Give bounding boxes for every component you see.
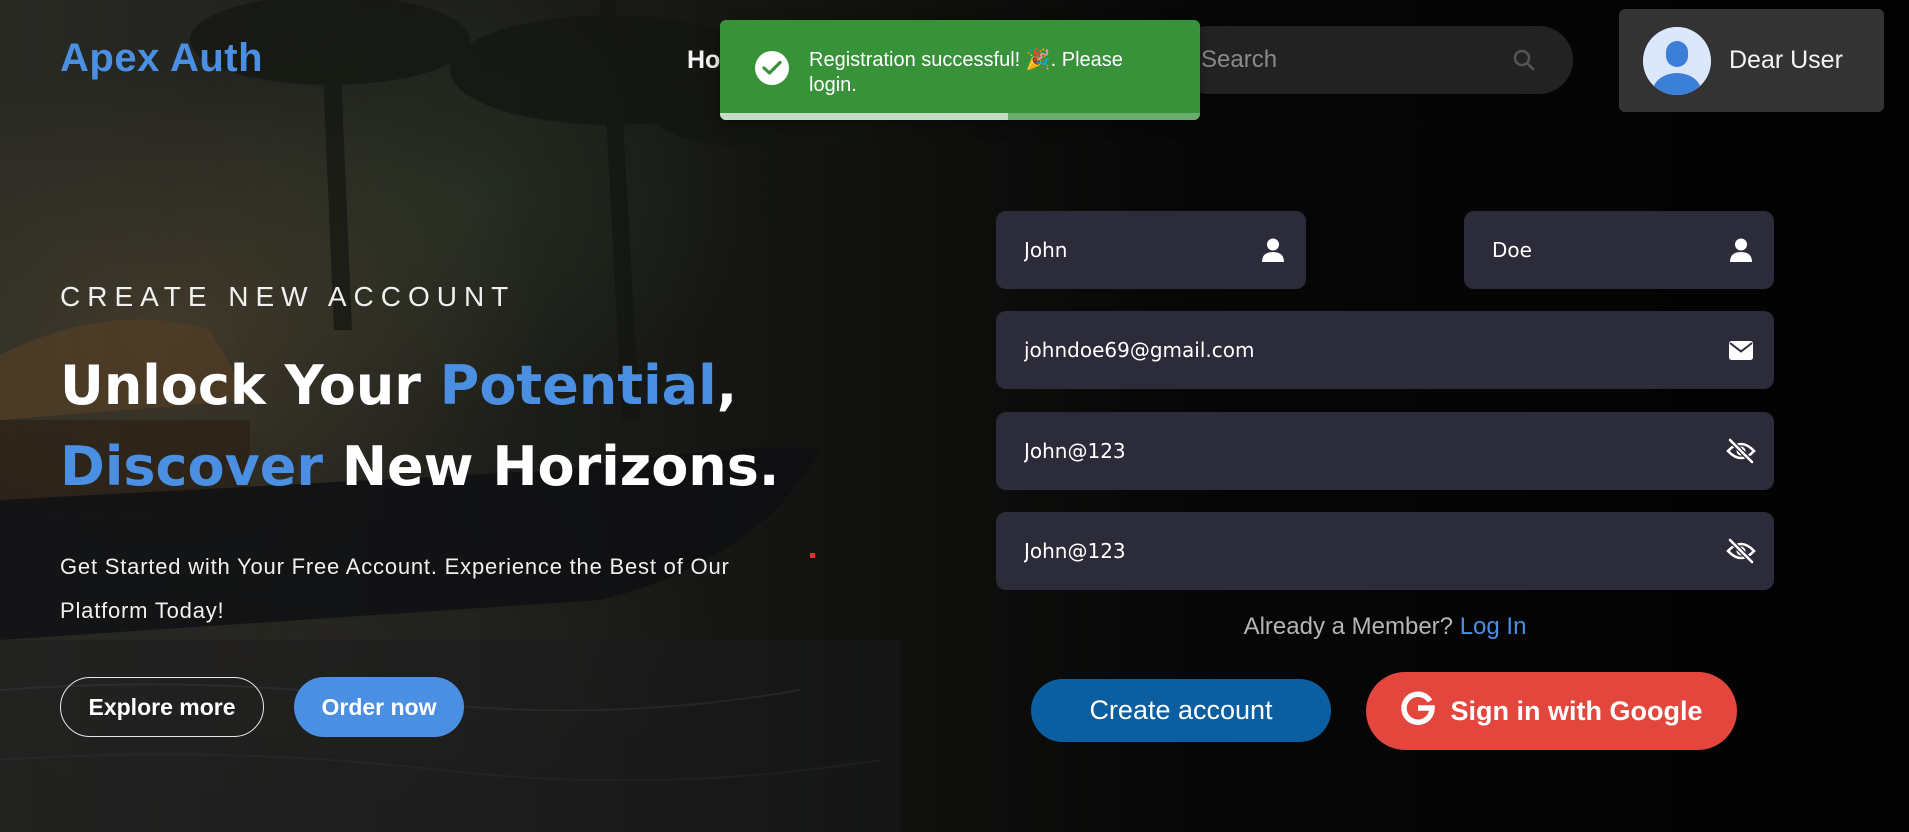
headline-line-1: Unlock Your Potential, [60, 345, 779, 426]
brand-logo[interactable]: Apex Auth [60, 36, 263, 81]
headline-text: Unlock Your [60, 354, 440, 417]
login-link[interactable]: Log In [1460, 613, 1527, 640]
first-name-field[interactable] [996, 211, 1306, 289]
password-input[interactable] [1022, 438, 1726, 464]
confirm-password-input[interactable] [1022, 538, 1726, 564]
password-field[interactable] [996, 412, 1774, 490]
search-input[interactable] [1199, 45, 1513, 75]
last-name-input[interactable] [1490, 237, 1726, 263]
create-account-button[interactable]: Create account [1031, 679, 1331, 742]
hero-headline: Unlock Your Potential, Discover New Hori… [60, 345, 779, 507]
last-name-field[interactable] [1464, 211, 1774, 289]
signup-page: Apex Auth Ho Dear User Registration su [0, 0, 1909, 832]
first-name-input[interactable] [1022, 237, 1258, 263]
nav-home-link[interactable]: Ho [687, 46, 720, 75]
eye-slash-icon[interactable] [1726, 436, 1756, 466]
user-name: Dear User [1729, 46, 1843, 74]
explore-more-button[interactable]: Explore more [60, 677, 264, 737]
success-toast[interactable]: Registration successful! 🎉. Please login… [720, 20, 1200, 120]
eye-slash-icon[interactable] [1726, 536, 1756, 566]
headline-accent: Potential [439, 354, 717, 417]
search-icon[interactable] [1513, 49, 1535, 71]
headline-text: , [716, 354, 738, 417]
google-button-label: Sign in with Google [1450, 695, 1703, 726]
headline-text: New Horizons. [323, 435, 780, 498]
confirm-password-field[interactable] [996, 512, 1774, 590]
user-icon [1726, 235, 1756, 265]
toast-progress-fill [720, 113, 1008, 120]
email-field[interactable] [996, 311, 1774, 389]
order-now-button[interactable]: Order now [294, 677, 464, 737]
toast-message: Registration successful! 🎉. Please login… [809, 49, 1123, 96]
headline-line-2: Discover New Horizons. [60, 426, 779, 507]
email-input[interactable] [1022, 337, 1726, 363]
envelope-icon [1726, 335, 1756, 365]
member-prompt: Already a Member? Log In [996, 613, 1774, 641]
google-icon [1400, 691, 1435, 732]
member-prompt-text: Already a Member? [1243, 613, 1454, 640]
check-circle-icon [755, 51, 789, 85]
user-menu[interactable]: Dear User [1619, 9, 1884, 112]
hero-subtitle: Get Started with Your Free Account. Expe… [60, 554, 730, 623]
avatar[interactable] [1643, 26, 1711, 95]
cursor-dot [810, 553, 815, 558]
search-bar[interactable] [1175, 26, 1573, 94]
google-sign-in-button[interactable]: Sign in with Google [1366, 672, 1737, 750]
headline-accent: Discover [60, 435, 324, 498]
eyebrow-text: CREATE NEW ACCOUNT [60, 281, 516, 312]
user-icon [1258, 235, 1288, 265]
toast-progress-bar [720, 113, 1200, 120]
